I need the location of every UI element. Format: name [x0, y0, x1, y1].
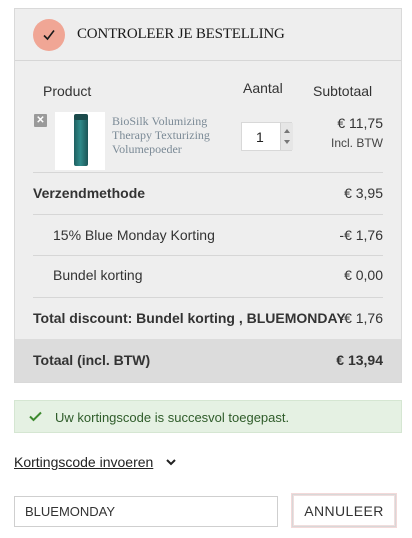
divider — [33, 214, 383, 215]
column-header-subtotal: Subtotaal — [313, 83, 373, 99]
column-header-quantity: Aantal — [243, 80, 283, 96]
divider — [33, 172, 383, 173]
shipping-value: € 3,95 — [344, 185, 383, 201]
decrement-arrow-icon[interactable] — [284, 140, 290, 144]
total-discount-label: Total discount: Bundel korting , BLUEMON… — [33, 310, 346, 326]
bundle-discount-value: € 0,00 — [344, 267, 383, 283]
product-name-link[interactable]: BioSilk Volumizing Therapy Texturizing V… — [112, 114, 232, 156]
checkmark-icon — [29, 411, 42, 422]
discount-value: -€ 1,76 — [339, 227, 383, 243]
quantity-stepper[interactable]: 1 — [241, 122, 293, 151]
increment-arrow-icon[interactable] — [284, 129, 290, 133]
chevron-down-icon[interactable] — [165, 456, 177, 468]
check-icon — [33, 19, 65, 51]
discount-label: 15% Blue Monday Korting — [53, 227, 215, 243]
cancel-coupon-button[interactable]: ANNULEER — [292, 494, 396, 527]
total-row: Totaal (incl. BTW) € 13,94 — [15, 339, 401, 382]
line-subtotal: € 11,75 — [337, 115, 383, 131]
column-header-product: Product — [43, 83, 92, 99]
vat-note: Incl. BTW — [330, 136, 383, 150]
success-text: Uw kortingscode is succesvol toegepast. — [55, 410, 290, 425]
product-image[interactable] — [55, 112, 105, 170]
panel-title: CONTROLEER JE BESTELLING — [77, 26, 285, 42]
total-label: Totaal (incl. BTW) — [33, 352, 151, 368]
panel-header: CONTROLEER JE BESTELLING — [15, 9, 401, 61]
divider — [33, 297, 383, 298]
order-review-panel: CONTROLEER JE BESTELLING Product Aantal … — [14, 8, 402, 383]
total-discount-value: -€ 1,76 — [339, 310, 383, 326]
success-message: Uw kortingscode is succesvol toegepast. — [14, 400, 402, 433]
coupon-toggle-link[interactable]: Kortingscode invoeren — [14, 454, 153, 470]
quantity-value[interactable]: 1 — [256, 129, 264, 145]
coupon-code-input[interactable] — [14, 496, 278, 527]
remove-item-button[interactable]: ✕ — [34, 114, 47, 127]
bundle-discount-label: Bundel korting — [53, 267, 143, 283]
total-value: € 13,94 — [336, 352, 383, 368]
shipping-label: Verzendmethode — [33, 185, 146, 201]
close-icon: ✕ — [36, 115, 45, 126]
divider — [33, 255, 383, 256]
